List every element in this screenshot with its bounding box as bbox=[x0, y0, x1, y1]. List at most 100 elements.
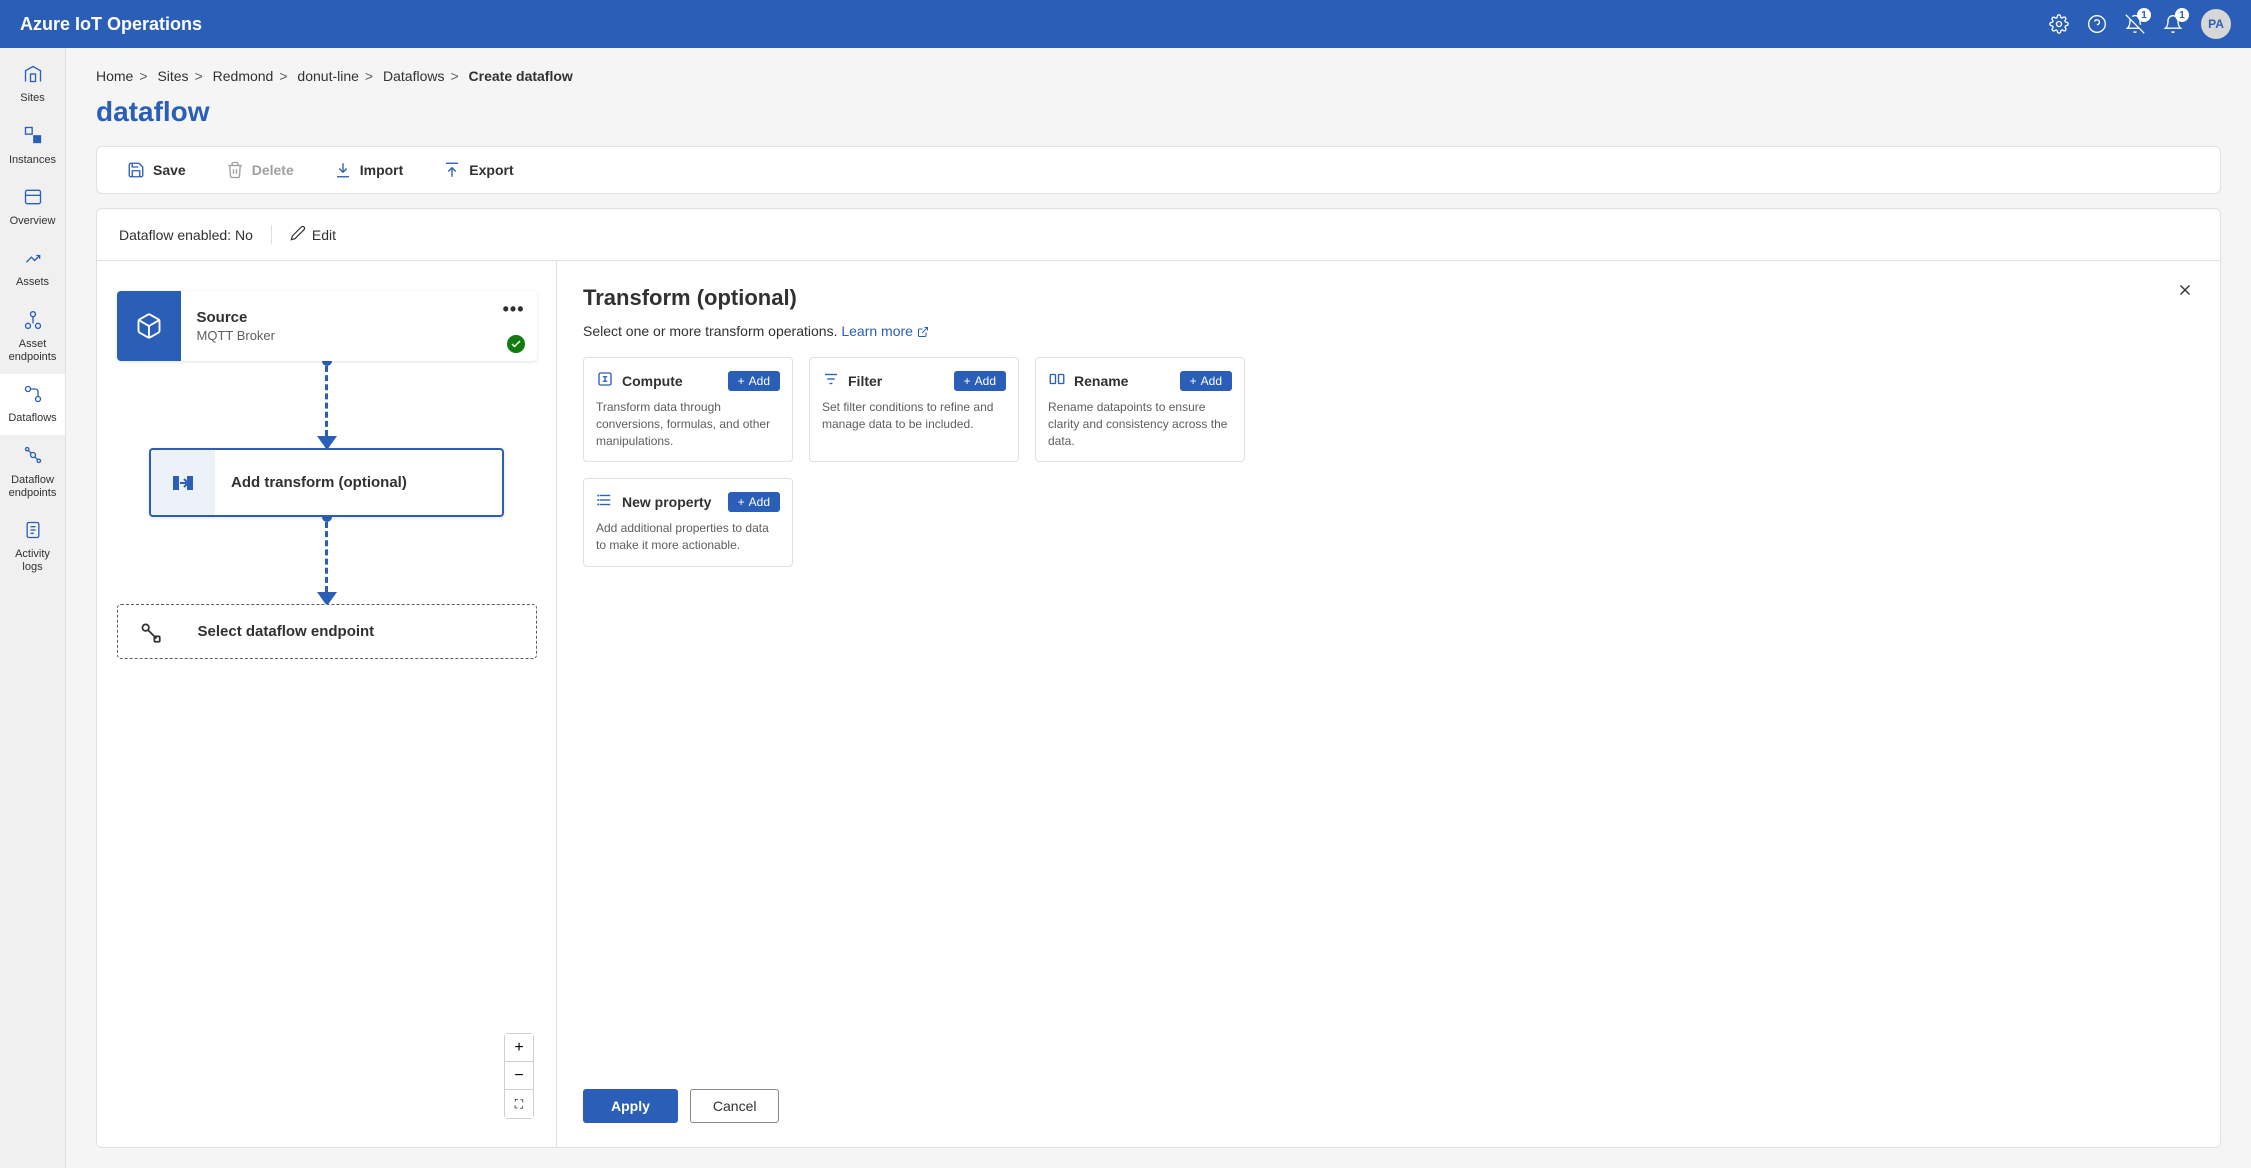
breadcrumb-link[interactable]: Sites bbox=[157, 68, 188, 84]
breadcrumb-link[interactable]: Home bbox=[96, 68, 133, 84]
source-node[interactable]: Source MQTT Broker ••• bbox=[117, 291, 537, 361]
transform-cards: Compute + Add Transform data through con… bbox=[583, 357, 2194, 567]
help-icon[interactable] bbox=[2087, 14, 2107, 34]
export-label: Export bbox=[469, 162, 513, 178]
sidebar-item-overview[interactable]: Overview bbox=[0, 177, 65, 238]
sidebar-item-assets[interactable]: Assets bbox=[0, 238, 65, 299]
dataflows-icon bbox=[23, 384, 43, 408]
learn-more-link[interactable]: Learn more bbox=[841, 323, 928, 339]
dataflow-enabled-status: Dataflow enabled: No bbox=[119, 227, 253, 243]
main-content: Home> Sites> Redmond> donut-line> Datafl… bbox=[66, 48, 2251, 1168]
transform-panel: Transform (optional) Select one or more … bbox=[557, 261, 2220, 1147]
endpoint-node[interactable]: Select dataflow endpoint bbox=[117, 604, 537, 659]
notifications-icon[interactable]: 1 bbox=[2163, 14, 2183, 34]
new-property-title: New property bbox=[622, 494, 711, 510]
status-row: Dataflow enabled: No Edit bbox=[97, 209, 2220, 261]
sidebar-label: Sites bbox=[20, 92, 44, 105]
transform-node-title: Add transform (optional) bbox=[231, 474, 486, 491]
import-button[interactable]: Import bbox=[334, 161, 404, 179]
sidebar: Sites Instances Overview Assets Asset en… bbox=[0, 48, 66, 1168]
edit-label: Edit bbox=[312, 227, 336, 243]
filter-title: Filter bbox=[848, 373, 882, 389]
import-icon bbox=[334, 161, 352, 179]
cancel-button[interactable]: Cancel bbox=[690, 1089, 780, 1123]
filter-icon bbox=[822, 370, 840, 391]
overview-icon bbox=[23, 187, 43, 211]
page-title: dataflow bbox=[96, 96, 2221, 128]
compute-icon bbox=[596, 370, 614, 391]
sidebar-item-dataflows[interactable]: Dataflows bbox=[0, 374, 65, 435]
filter-card: Filter + Add Set filter conditions to re… bbox=[809, 357, 1019, 462]
toolbar: Save Delete Import Export bbox=[96, 146, 2221, 194]
status-ok-icon bbox=[507, 335, 525, 353]
delete-label: Delete bbox=[252, 162, 294, 178]
connector bbox=[317, 361, 337, 448]
sidebar-label: Asset endpoints bbox=[4, 338, 61, 364]
dataflow-canvas: Source MQTT Broker ••• bbox=[97, 261, 557, 1147]
asset-endpoints-icon bbox=[23, 310, 43, 334]
breadcrumb-current: Create dataflow bbox=[469, 68, 573, 84]
sidebar-label: Assets bbox=[16, 276, 49, 289]
sidebar-item-sites[interactable]: Sites bbox=[0, 54, 65, 115]
add-rename-button[interactable]: + Add bbox=[1180, 371, 1232, 391]
export-icon bbox=[443, 161, 461, 179]
source-node-title: Source bbox=[197, 309, 521, 326]
fit-button[interactable]: ⛶ bbox=[505, 1090, 533, 1118]
apply-button[interactable]: Apply bbox=[583, 1089, 678, 1123]
transform-node[interactable]: Add transform (optional) bbox=[149, 448, 504, 517]
more-icon[interactable]: ••• bbox=[503, 299, 525, 320]
rename-desc: Rename datapoints to ensure clarity and … bbox=[1048, 399, 1232, 449]
compute-title: Compute bbox=[622, 373, 683, 389]
app-header: Azure IoT Operations 1 1 PA bbox=[0, 0, 2251, 48]
panel-footer: Apply Cancel bbox=[583, 1089, 2194, 1123]
new-property-card: New property + Add Add additional proper… bbox=[583, 478, 793, 567]
save-button[interactable]: Save bbox=[127, 161, 186, 179]
breadcrumb: Home> Sites> Redmond> donut-line> Datafl… bbox=[96, 68, 2221, 84]
sidebar-item-dataflow-endpoints[interactable]: Dataflow endpoints bbox=[0, 435, 65, 510]
new-property-icon bbox=[596, 491, 614, 512]
dataflow-endpoints-icon bbox=[23, 445, 43, 469]
delete-button: Delete bbox=[226, 161, 294, 179]
breadcrumb-link[interactable]: Dataflows bbox=[383, 68, 444, 84]
sidebar-label: Activity logs bbox=[4, 548, 61, 574]
add-filter-button[interactable]: + Add bbox=[954, 371, 1006, 391]
panel-title: Transform (optional) bbox=[583, 285, 2194, 311]
sidebar-label: Instances bbox=[9, 154, 56, 167]
close-icon[interactable] bbox=[2176, 281, 2194, 305]
sidebar-item-activity-logs[interactable]: Activity logs bbox=[0, 510, 65, 585]
sidebar-label: Dataflows bbox=[8, 412, 56, 425]
source-node-subtitle: MQTT Broker bbox=[197, 328, 521, 343]
add-compute-button[interactable]: + Add bbox=[728, 371, 780, 391]
endpoint-node-title: Select dataflow endpoint bbox=[198, 623, 520, 640]
save-label: Save bbox=[153, 162, 186, 178]
zoom-controls: + − ⛶ bbox=[504, 1033, 534, 1119]
breadcrumb-link[interactable]: donut-line bbox=[297, 68, 359, 84]
source-node-icon bbox=[117, 291, 181, 361]
sidebar-item-asset-endpoints[interactable]: Asset endpoints bbox=[0, 300, 65, 375]
delete-icon bbox=[226, 161, 244, 179]
app-title: Azure IoT Operations bbox=[20, 14, 202, 35]
rename-title: Rename bbox=[1074, 373, 1128, 389]
compute-card: Compute + Add Transform data through con… bbox=[583, 357, 793, 462]
breadcrumb-link[interactable]: Redmond bbox=[213, 68, 274, 84]
export-button[interactable]: Export bbox=[443, 161, 513, 179]
zoom-out-button[interactable]: − bbox=[505, 1062, 533, 1090]
add-new-property-button[interactable]: + Add bbox=[728, 492, 780, 512]
edit-button[interactable]: Edit bbox=[271, 225, 336, 244]
user-avatar[interactable]: PA bbox=[2201, 9, 2231, 39]
connector bbox=[317, 517, 337, 604]
instances-icon bbox=[23, 125, 43, 149]
zoom-in-button[interactable]: + bbox=[505, 1034, 533, 1062]
sidebar-label: Overview bbox=[10, 215, 56, 228]
transform-node-icon bbox=[151, 450, 215, 515]
endpoint-node-icon bbox=[118, 605, 182, 658]
panel-subtitle: Select one or more transform operations.… bbox=[583, 323, 2194, 339]
compute-desc: Transform data through conversions, form… bbox=[596, 399, 780, 449]
assets-icon bbox=[23, 248, 43, 272]
header-actions: 1 1 PA bbox=[2049, 9, 2231, 39]
sidebar-item-instances[interactable]: Instances bbox=[0, 115, 65, 176]
settings-icon[interactable] bbox=[2049, 14, 2069, 34]
new-property-desc: Add additional properties to data to mak… bbox=[596, 520, 780, 554]
filter-desc: Set filter conditions to refine and mana… bbox=[822, 399, 1006, 433]
alerts-icon[interactable]: 1 bbox=[2125, 14, 2145, 34]
